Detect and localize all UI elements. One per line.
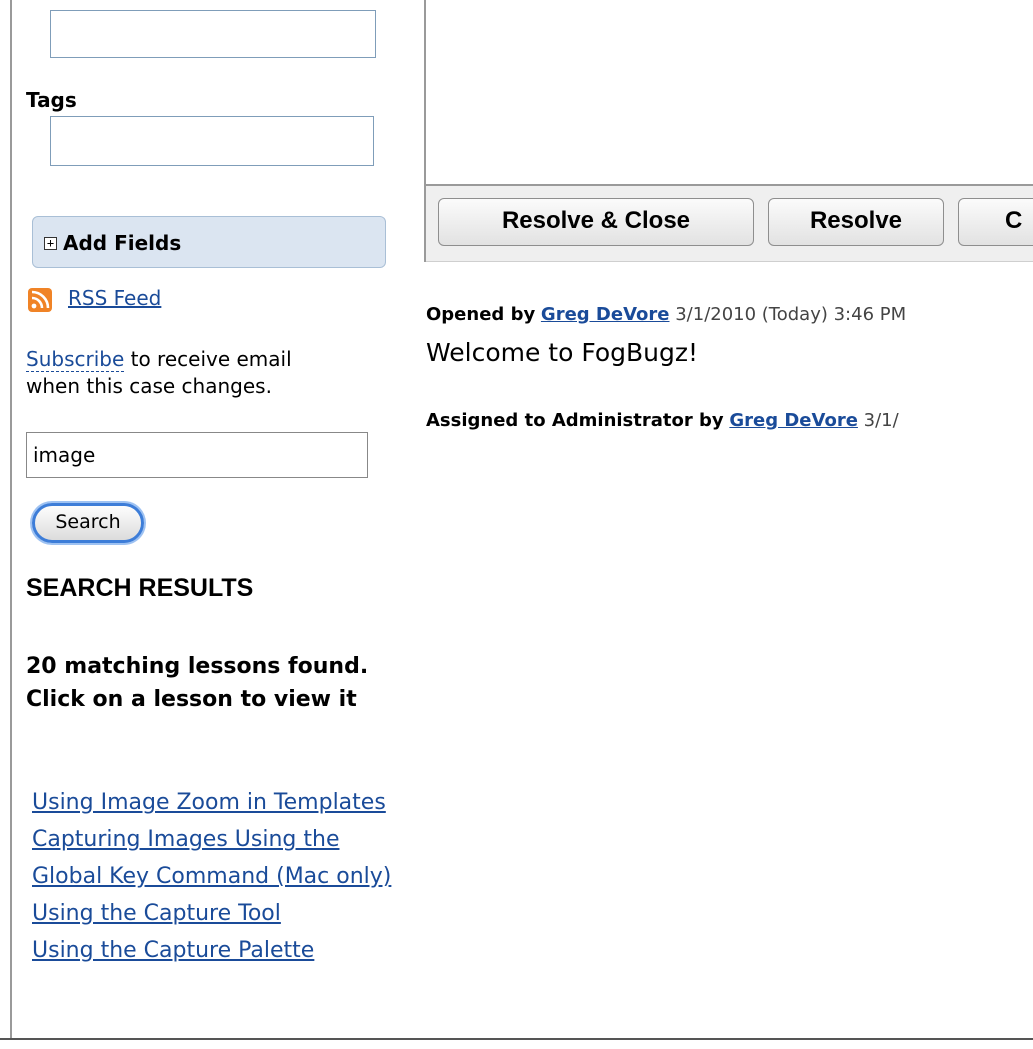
close-button[interactable]: C [958,198,1033,246]
lesson-link[interactable]: Using the Capture Tool [32,901,281,926]
search-input[interactable] [26,432,368,478]
subscribe-text-1: to receive email [124,347,292,371]
resolve-close-button[interactable]: Resolve & Close [438,198,754,246]
add-fields-label: Add Fields [63,231,182,255]
below-frame-area [0,1040,1033,1049]
subscribe-link[interactable]: Subscribe [26,347,125,372]
resolve-button[interactable]: Resolve [768,198,944,246]
lesson-list: Using Image Zoom in Templates Capturing … [32,784,412,969]
tags-input[interactable] [50,116,374,166]
opened-date: 3/1/2010 (Today) 3:46 PM [675,304,907,325]
lesson-link[interactable]: Using the Capture Palette [32,938,314,963]
lesson-link[interactable]: Capturing Images Using the Global Key Co… [32,827,391,889]
case-toolbar: Resolve & Close Resolve C [426,184,1033,262]
opened-user-link[interactable]: Greg DeVore [541,304,670,325]
case-message: Welcome to FogBugz! [426,338,699,367]
lesson-link[interactable]: Using Image Zoom in Templates [32,790,386,815]
rss-icon[interactable] [28,288,52,312]
results-summary: 20 matching lessons found. Click on a le… [26,654,369,712]
search-button[interactable]: Search [32,503,144,543]
subscribe-text-2: when this case changes. [26,374,272,398]
search-results-title: SEARCH RESULTS [26,574,254,602]
subscribe-text: Subscribe to receive email when this cas… [26,346,424,400]
assigned-date: 3/1/ [863,410,899,431]
case-main-panel: Resolve & Close Resolve C Opened by Greg… [426,0,1033,1038]
plus-box-icon: + [44,237,57,250]
tags-label: Tags [26,88,77,112]
assigned-event: Assigned to Administrator by Greg DeVore… [426,410,899,431]
sidebar: Tags + Add Fields RSS Feed Subscribe to … [12,0,424,1038]
opened-event: Opened by Greg DeVore 3/1/2010 (Today) 3… [426,304,906,325]
rss-feed-link[interactable]: RSS Feed [68,286,161,310]
field-input-top[interactable] [50,10,376,58]
opened-prefix: Opened by [426,304,536,325]
assigned-user-link[interactable]: Greg DeVore [729,410,858,431]
add-fields-button[interactable]: + Add Fields [32,216,386,268]
assigned-prefix: Assigned to Administrator by [426,410,724,431]
